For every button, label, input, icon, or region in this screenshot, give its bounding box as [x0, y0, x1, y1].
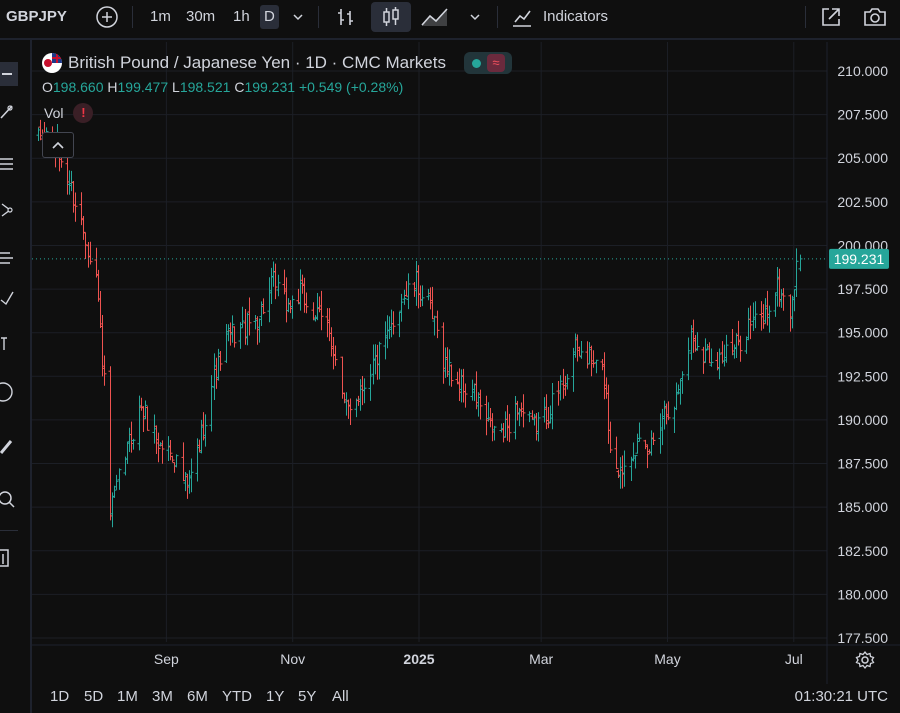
- warning-icon[interactable]: !: [73, 103, 94, 123]
- range-1m[interactable]: 1M: [117, 688, 138, 705]
- ruler-icon[interactable]: [0, 436, 20, 460]
- time-tick-label: Mar: [529, 651, 553, 667]
- price-tick-label: 205.000: [837, 150, 888, 166]
- range-3m[interactable]: 3M: [152, 688, 173, 705]
- interval-30m[interactable]: 30m: [186, 0, 215, 34]
- time-tick-label: 2025: [403, 651, 434, 667]
- trend-line-icon[interactable]: [0, 100, 20, 124]
- price-tick-label: 195.000: [837, 325, 888, 341]
- ohlc-values: O198.660 H199.477 L198.521 C199.231 +0.5…: [42, 79, 404, 95]
- compare-add-icon[interactable]: [94, 4, 120, 30]
- time-tick-label: Jul: [785, 651, 803, 667]
- price-tick-label: 197.500: [837, 281, 888, 297]
- time-tick-label: Sep: [154, 651, 179, 667]
- high-value: 199.477: [117, 79, 169, 95]
- interval-1m[interactable]: 1m: [150, 0, 171, 34]
- collapse-legend-button[interactable]: [42, 132, 74, 158]
- range-1d[interactable]: 1D: [50, 688, 69, 705]
- utc-clock[interactable]: 01:30:21 UTC: [795, 688, 888, 705]
- brush-icon[interactable]: [0, 286, 20, 310]
- price-tick-label: 207.500: [837, 107, 888, 123]
- gbp-jpy-flag-icon: [42, 53, 62, 73]
- range-5d[interactable]: 5D: [84, 688, 103, 705]
- symbol-search[interactable]: GBPJPY: [6, 0, 67, 34]
- pattern-icon[interactable]: [0, 198, 20, 222]
- market-open-dot-icon: [471, 58, 481, 68]
- interval-d[interactable]: D: [260, 5, 279, 29]
- last-price-label: 199.231: [834, 251, 885, 267]
- price-tick-label: 202.500: [837, 194, 888, 210]
- chart-type-chevron-icon[interactable]: [462, 4, 488, 30]
- drawing-toolbar: [0, 40, 20, 713]
- emoji-icon[interactable]: [0, 380, 20, 404]
- cursor-icon[interactable]: [0, 62, 18, 86]
- time-tick-label: Nov: [280, 651, 305, 667]
- zoom-icon[interactable]: [0, 488, 20, 512]
- close-value: 199.231: [244, 79, 296, 95]
- range-5y[interactable]: 5Y: [298, 688, 316, 705]
- price-tick-label: 190.000: [837, 412, 888, 428]
- data-delay-icon: ≈: [486, 54, 505, 72]
- price-tick-label: 185.000: [837, 499, 888, 515]
- chart-background: [32, 42, 900, 684]
- market-status-pill[interactable]: ≈: [463, 52, 512, 74]
- price-tick-label: 182.500: [837, 543, 888, 559]
- range-6m[interactable]: 6M: [187, 688, 208, 705]
- interval-dropdown-chevron-icon[interactable]: [285, 4, 311, 30]
- change-value: +0.549 (+0.28%): [298, 79, 404, 95]
- time-tick-label: May: [654, 651, 680, 667]
- chevron-up-icon: [52, 141, 64, 149]
- low-value: 198.521: [179, 79, 231, 95]
- camera-icon[interactable]: [862, 4, 888, 30]
- symbol-title[interactable]: British Pound / Japanese Yen · 1D · CMC …: [68, 53, 446, 73]
- text-tool-icon[interactable]: [0, 332, 20, 356]
- price-tick-label: 210.000: [837, 63, 888, 79]
- magnet-icon[interactable]: [0, 546, 20, 570]
- indicators-button[interactable]: Indicators: [543, 0, 608, 34]
- price-tick-label: 177.500: [837, 630, 888, 646]
- area-chart-icon[interactable]: [420, 4, 450, 30]
- open-new-window-icon[interactable]: [818, 4, 844, 30]
- price-tick-label: 192.500: [837, 368, 888, 384]
- open-value: 198.660: [52, 79, 104, 95]
- price-chart[interactable]: 210.000207.500205.000202.500200.000197.5…: [32, 42, 900, 684]
- range-ytd[interactable]: YTD: [222, 688, 252, 705]
- price-tick-label: 187.500: [837, 456, 888, 472]
- chart-settings-gear-icon[interactable]: [855, 650, 875, 670]
- range-all[interactable]: All: [332, 688, 349, 705]
- toolbar-divider: [0, 38, 900, 40]
- candles-icon[interactable]: [371, 2, 411, 32]
- interval-1h[interactable]: 1h: [233, 0, 250, 34]
- volume-label: Vol: [44, 105, 64, 121]
- top-toolbar: GBPJPY 1m 30m 1h D Indicators: [0, 0, 900, 34]
- volume-legend[interactable]: Vol !: [44, 103, 94, 123]
- range-1y[interactable]: 1Y: [266, 688, 284, 705]
- chart-legend: British Pound / Japanese Yen · 1D · CMC …: [42, 52, 512, 74]
- forecast-icon[interactable]: [0, 246, 20, 270]
- price-tick-label: 180.000: [837, 586, 888, 602]
- bar-style-icon[interactable]: [333, 4, 359, 30]
- fib-retracement-icon[interactable]: [0, 152, 20, 176]
- indicators-icon[interactable]: [509, 4, 535, 30]
